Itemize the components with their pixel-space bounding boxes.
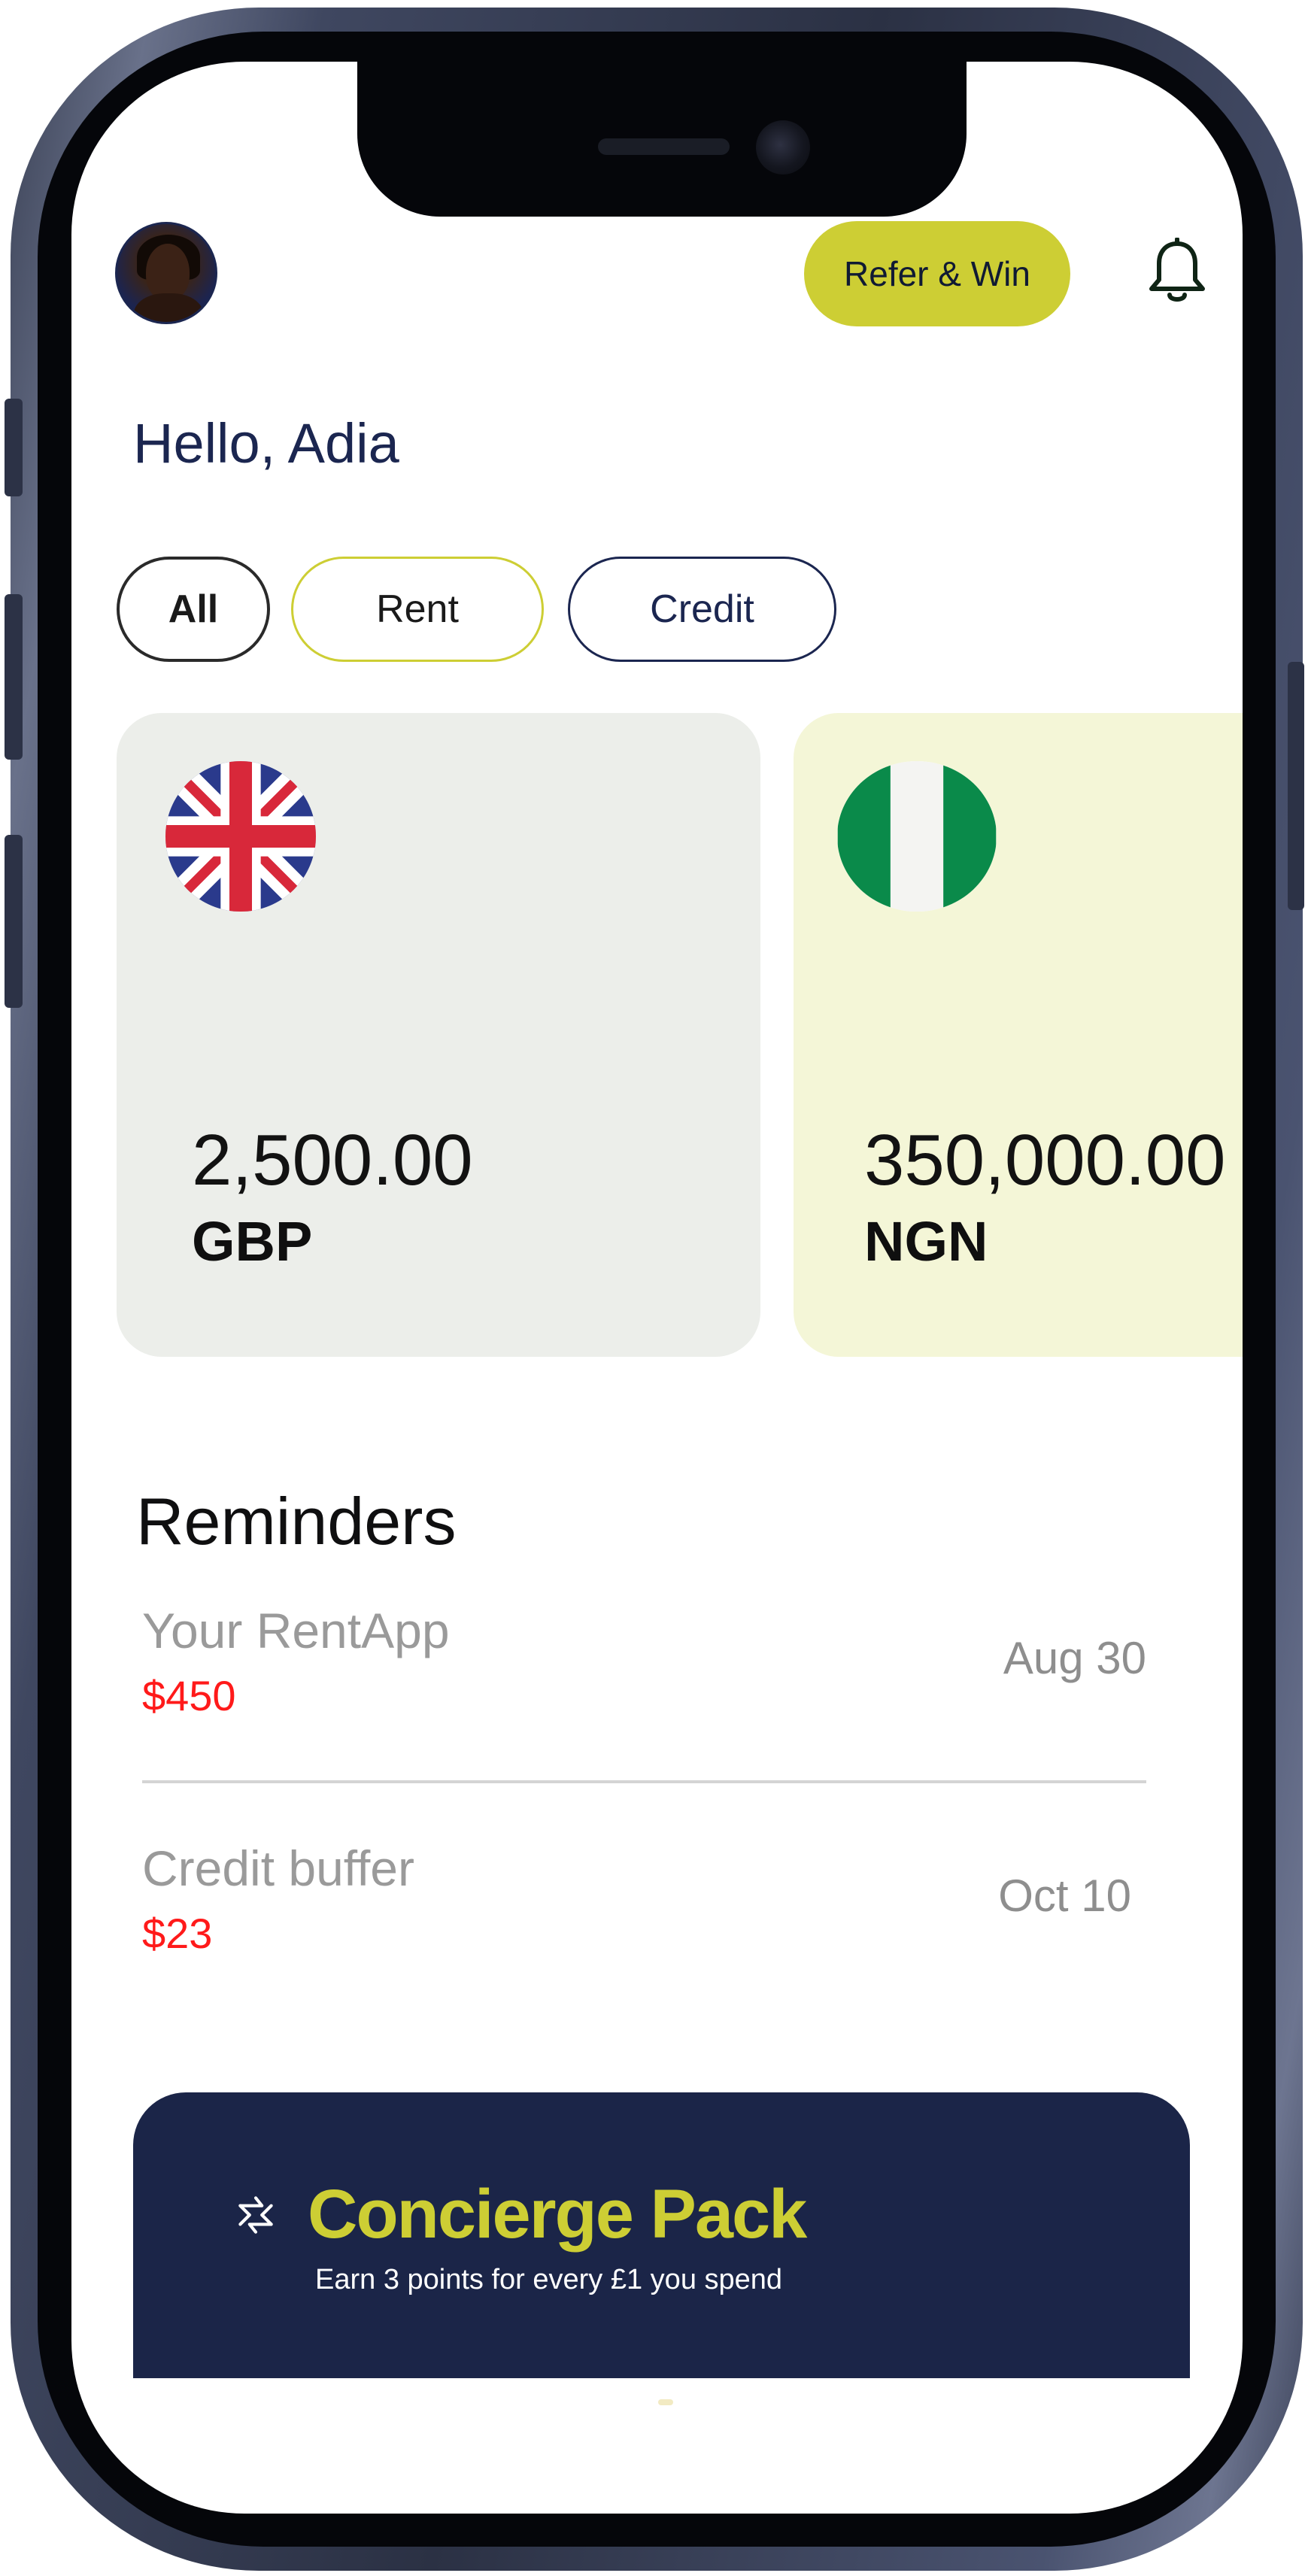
power-button <box>1288 662 1304 910</box>
phone-screen: Refer & Win Hello, Adia All Rent Credit … <box>71 62 1243 2514</box>
notification-bell-icon[interactable] <box>1140 235 1215 310</box>
refer-and-win-button[interactable]: Refer & Win <box>804 221 1070 326</box>
currency-code: NGN <box>864 1210 988 1273</box>
balance-amount: 350,000.00 <box>864 1120 1226 1200</box>
concierge-title: Concierge Pack <box>308 2176 807 2253</box>
concierge-pack-banner[interactable]: Concierge Pack Earn 3 points for every £… <box>133 2092 1190 2378</box>
nigeria-flag-icon <box>837 761 997 912</box>
filter-chip-credit[interactable]: Credit <box>568 557 836 662</box>
reminder-amount: $450 <box>142 1672 236 1719</box>
reminder-name: Your RentApp <box>142 1603 450 1658</box>
volume-up-button <box>5 594 23 760</box>
reminder-item[interactable]: Credit buffer $23 Oct 10 <box>142 1840 1146 1960</box>
balance-amount: 2,500.00 <box>192 1120 473 1200</box>
volume-down-button <box>5 835 23 1008</box>
greeting-text: Hello, Adia <box>133 412 399 475</box>
currency-card-gbp[interactable]: 2,500.00 GBP <box>117 713 760 1357</box>
reminder-amount: $23 <box>142 1910 213 1957</box>
filter-chip-all[interactable]: All <box>117 557 270 662</box>
exchange-arrows-icon <box>231 2190 281 2240</box>
filter-chip-rent[interactable]: Rent <box>291 557 544 662</box>
speaker-grille <box>598 138 730 155</box>
reminder-name: Credit buffer <box>142 1840 414 1896</box>
concierge-subtitle: Earn 3 points for every £1 you spend <box>315 2264 783 2295</box>
divider <box>142 1780 1146 1783</box>
reminders-heading: Reminders <box>136 1484 457 1558</box>
reminder-date: Oct 10 <box>998 1871 1131 1921</box>
avatar[interactable] <box>115 222 217 324</box>
reminder-item[interactable]: Your RentApp $450 Aug 30 <box>142 1602 1146 1722</box>
currency-card-ngn[interactable]: 350,000.00 NGN <box>794 713 1243 1357</box>
reminder-date: Aug 30 <box>1003 1633 1146 1683</box>
front-camera <box>756 120 810 174</box>
page-indicator-dot <box>658 2399 673 2405</box>
uk-flag-icon <box>165 761 316 912</box>
mute-switch <box>5 399 23 496</box>
notch <box>357 62 967 217</box>
currency-code: GBP <box>192 1210 313 1273</box>
